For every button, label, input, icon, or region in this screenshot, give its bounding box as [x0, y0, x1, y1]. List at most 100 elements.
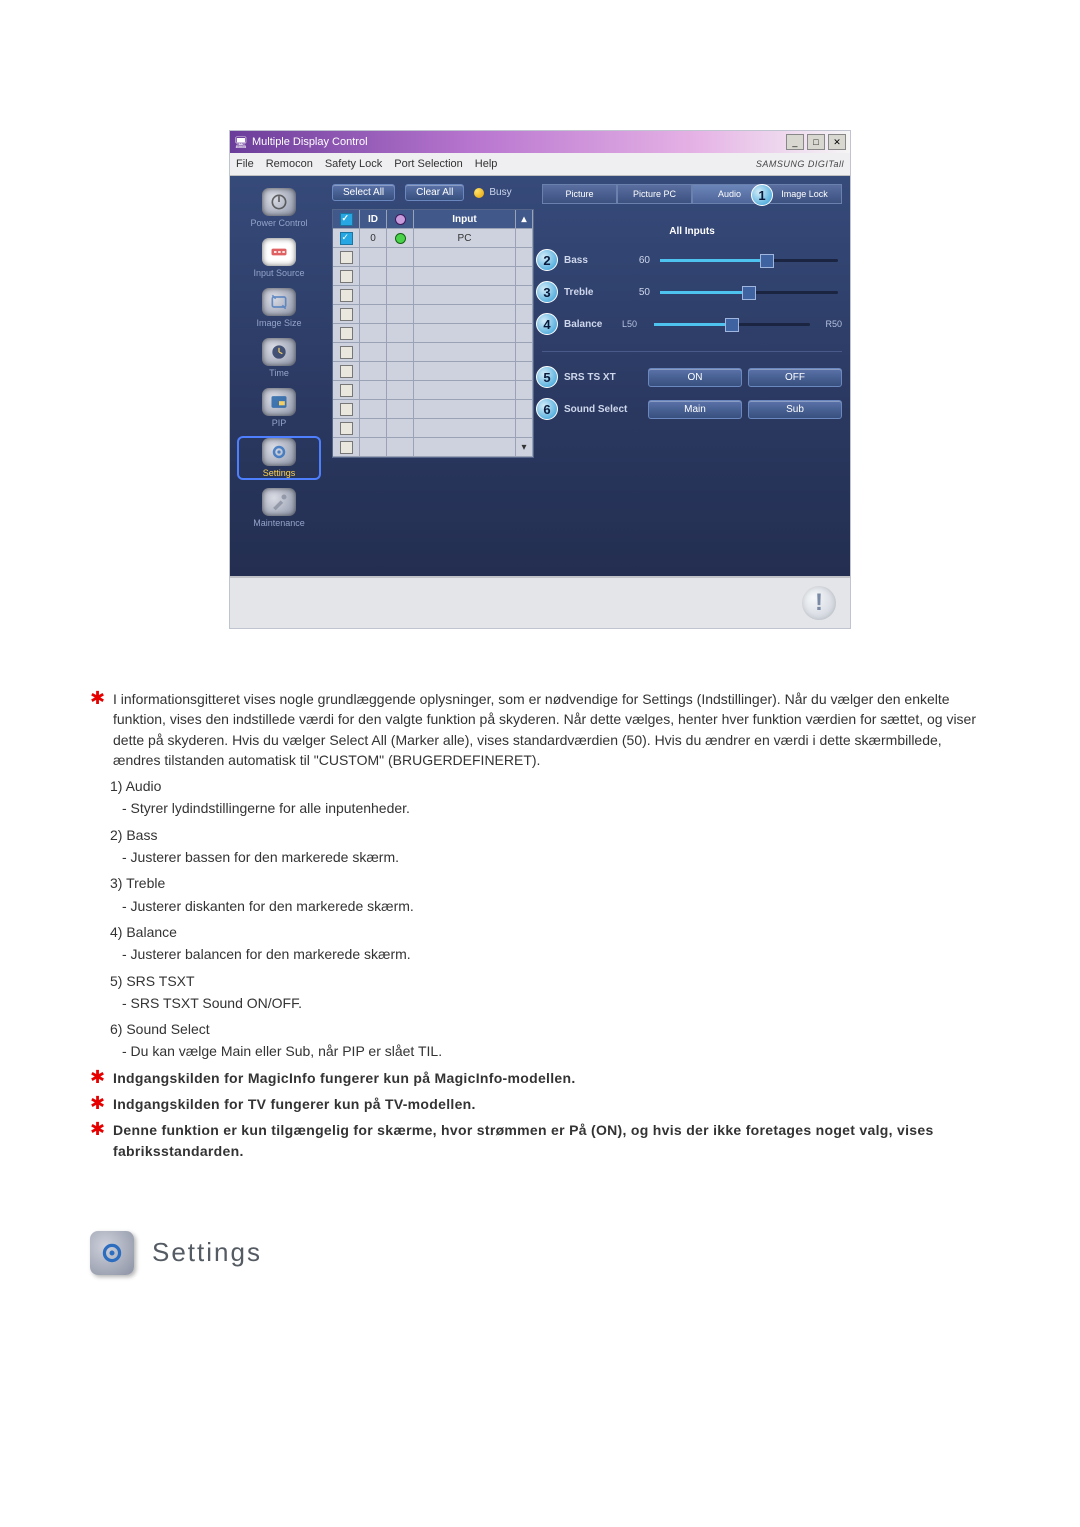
- row-input: [414, 343, 516, 361]
- section-title: Settings: [152, 1237, 262, 1268]
- select-all-button[interactable]: Select All: [332, 184, 395, 201]
- row-checkbox[interactable]: [333, 305, 360, 323]
- menu-remocon[interactable]: Remocon: [266, 158, 313, 170]
- srs-on-button[interactable]: ON: [648, 368, 742, 387]
- sidebar-item-pip[interactable]: PIP: [237, 386, 321, 430]
- row-checkbox[interactable]: [333, 362, 360, 380]
- note-text: Denne funktion er kun tilgængelig for sk…: [113, 1120, 990, 1161]
- row-led-icon: [387, 305, 414, 323]
- scroll-track[interactable]: [516, 381, 533, 399]
- row-checkbox[interactable]: [333, 248, 360, 266]
- clear-all-button[interactable]: Clear All: [405, 184, 464, 201]
- table-row[interactable]: [333, 381, 533, 400]
- row-input: [414, 324, 516, 342]
- all-inputs-label: All Inputs: [542, 226, 842, 237]
- balance-left: L50: [622, 319, 644, 329]
- tab-image-lock[interactable]: Image Lock: [767, 184, 842, 204]
- srs-off-button[interactable]: OFF: [748, 368, 842, 387]
- table-row[interactable]: [333, 267, 533, 286]
- col-header-led[interactable]: [387, 210, 414, 228]
- col-header-input[interactable]: Input: [414, 210, 516, 228]
- settings-icon: [262, 438, 296, 466]
- sidebar-item-power-control[interactable]: Power Control: [237, 186, 321, 230]
- table-row[interactable]: ▾: [333, 438, 533, 457]
- row-checkbox[interactable]: [333, 229, 360, 247]
- scroll-track[interactable]: [516, 267, 533, 285]
- sidebar-item-maintenance[interactable]: Maintenance: [237, 486, 321, 530]
- sidebar-item-settings[interactable]: Settings: [237, 436, 321, 480]
- warning-icon[interactable]: !: [802, 586, 836, 620]
- row-checkbox[interactable]: [333, 419, 360, 437]
- scroll-track[interactable]: [516, 419, 533, 437]
- sidebar-item-label: PIP: [272, 418, 287, 428]
- row-checkbox[interactable]: [333, 381, 360, 399]
- busy-label: Busy: [489, 187, 511, 198]
- table-row[interactable]: [333, 286, 533, 305]
- row-checkbox[interactable]: [333, 286, 360, 304]
- menu-file[interactable]: File: [236, 158, 254, 170]
- tab-audio[interactable]: Audio 1: [692, 184, 767, 204]
- minimize-button[interactable]: _: [786, 134, 804, 150]
- row-checkbox[interactable]: [333, 324, 360, 342]
- row-id: [360, 438, 387, 456]
- sidebar-item-label: Maintenance: [253, 518, 305, 528]
- sound-sub-button[interactable]: Sub: [748, 400, 842, 419]
- table-row[interactable]: [333, 324, 533, 343]
- row-checkbox[interactable]: [333, 267, 360, 285]
- time-icon: [262, 338, 296, 366]
- sidebar-item-input-source[interactable]: Input Source: [237, 236, 321, 280]
- row-input: [414, 381, 516, 399]
- app-icon: 🖥: [234, 136, 248, 149]
- table-row[interactable]: [333, 419, 533, 438]
- balance-right: R50: [820, 319, 842, 329]
- col-header-id[interactable]: ID: [360, 210, 387, 228]
- table-row[interactable]: [333, 362, 533, 381]
- maximize-button[interactable]: □: [807, 134, 825, 150]
- close-button[interactable]: ✕: [828, 134, 846, 150]
- input-source-icon: [262, 238, 296, 266]
- bass-slider[interactable]: [660, 259, 838, 262]
- row-id: [360, 286, 387, 304]
- sound-main-button[interactable]: Main: [648, 400, 742, 419]
- scroll-track[interactable]: [516, 343, 533, 361]
- table-row[interactable]: [333, 248, 533, 267]
- menu-help[interactable]: Help: [475, 158, 498, 170]
- row-checkbox[interactable]: [333, 400, 360, 418]
- callout-badge-1: 1: [751, 184, 773, 206]
- titlebar[interactable]: 🖥 Multiple Display Control _ □ ✕: [230, 131, 850, 153]
- row-id: [360, 381, 387, 399]
- note-text: Indgangskilden for MagicInfo fungerer ku…: [113, 1068, 990, 1088]
- table-row[interactable]: [333, 343, 533, 362]
- row-input: PC: [414, 229, 516, 247]
- scroll-track[interactable]: [516, 248, 533, 266]
- menu-port-selection[interactable]: Port Selection: [394, 158, 462, 170]
- scroll-track[interactable]: [516, 324, 533, 342]
- row-id: 0: [360, 229, 387, 247]
- row-checkbox[interactable]: [333, 343, 360, 361]
- col-header-chk[interactable]: [333, 210, 360, 228]
- scroll-track[interactable]: [516, 229, 533, 247]
- table-row[interactable]: [333, 305, 533, 324]
- scroll-track[interactable]: ▾: [516, 438, 533, 456]
- image-size-icon: [262, 288, 296, 316]
- sidebar-item-time[interactable]: Time: [237, 336, 321, 380]
- row-checkbox[interactable]: [333, 438, 360, 456]
- window-title: Multiple Display Control: [252, 136, 368, 148]
- table-row[interactable]: [333, 400, 533, 419]
- tab-picture[interactable]: Picture: [542, 184, 617, 204]
- table-row[interactable]: 0 PC: [333, 229, 533, 248]
- row-input: [414, 362, 516, 380]
- sidebar-item-image-size[interactable]: Image Size: [237, 286, 321, 330]
- settings-tabs: Picture Picture PC Audio 1 Image Lock: [542, 184, 842, 204]
- tab-picture-pc[interactable]: Picture PC: [617, 184, 692, 204]
- treble-slider[interactable]: [660, 291, 838, 294]
- row-led-icon: [387, 419, 414, 437]
- scroll-track[interactable]: [516, 400, 533, 418]
- scroll-track[interactable]: [516, 286, 533, 304]
- scroll-track[interactable]: [516, 305, 533, 323]
- menu-safety-lock[interactable]: Safety Lock: [325, 158, 382, 170]
- balance-slider[interactable]: [654, 323, 810, 326]
- scroll-up[interactable]: ▴: [516, 210, 533, 228]
- list-item: 5) SRS TSXT- SRS TSXT Sound ON/OFF.: [110, 971, 990, 1014]
- scroll-track[interactable]: [516, 362, 533, 380]
